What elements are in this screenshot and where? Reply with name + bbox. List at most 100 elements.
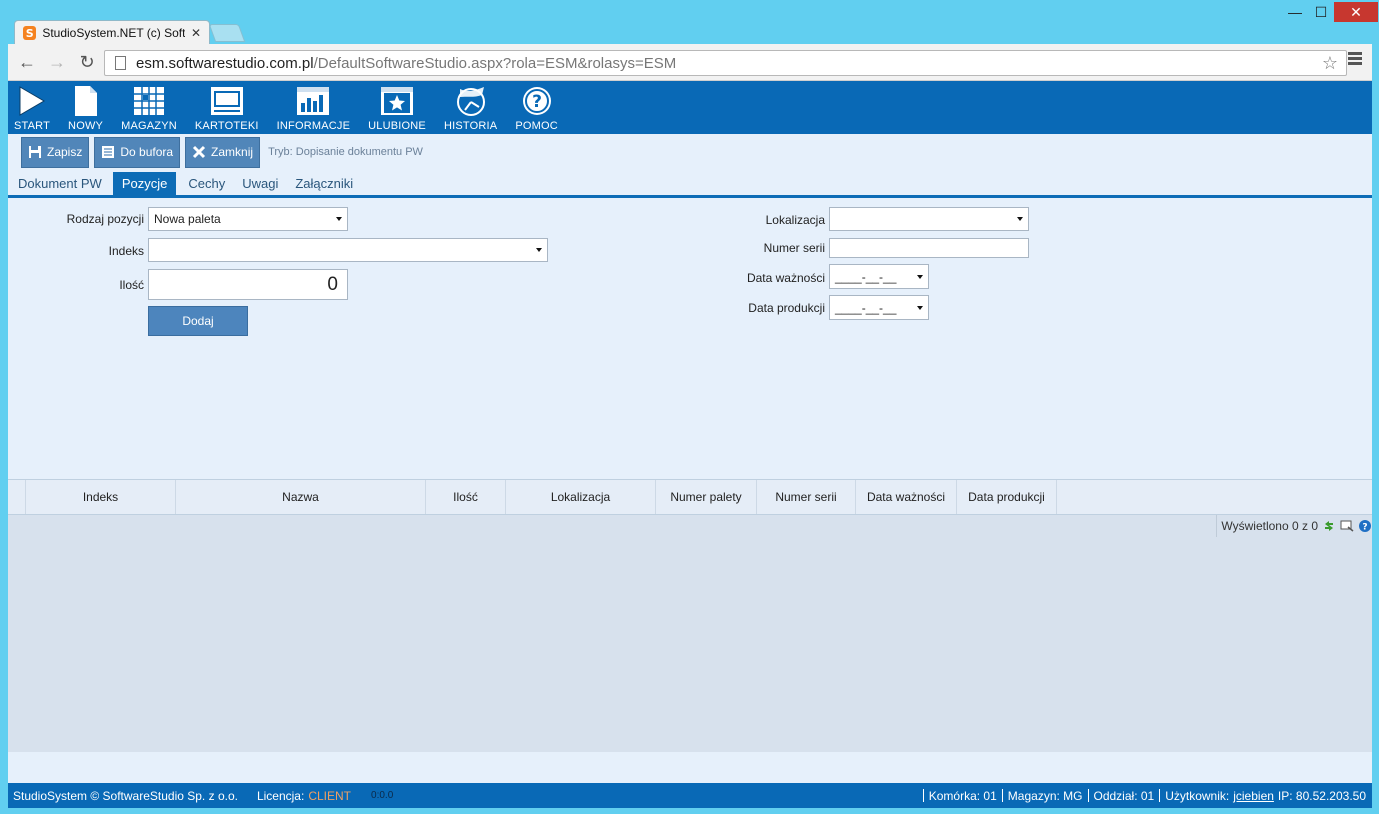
new-document-icon xyxy=(73,84,99,118)
new-tab-button[interactable] xyxy=(208,24,246,42)
column-lokalizacja[interactable]: Lokalizacja xyxy=(506,480,656,514)
main-menu-bar: START NOWY MAGAZYN KARTOTEKI INFORMACJE … xyxy=(8,81,1372,134)
save-button[interactable]: Zapisz xyxy=(21,136,90,168)
tab-title: StudioSystem.NET (c) Soft xyxy=(42,26,185,40)
column-numer-palety[interactable]: Numer palety xyxy=(656,480,757,514)
column-data-produkcji[interactable]: Data produkcji xyxy=(957,480,1057,514)
menu-ulubione[interactable]: ULUBIONE xyxy=(368,84,426,134)
close-tab-icon[interactable]: ✕ xyxy=(191,26,201,40)
page-icon xyxy=(115,56,126,70)
status-info: Komórka: 01 Magazyn: MG Oddział: 01 Użyt… xyxy=(918,783,1366,808)
app-content: START NOWY MAGAZYN KARTOTEKI INFORMACJE … xyxy=(8,81,1372,808)
list-icon xyxy=(102,146,115,158)
browser-window: S StudioSystem.NET (c) Soft ✕ — ☐ ✕ ← → … xyxy=(0,0,1379,814)
close-x-icon xyxy=(192,145,206,159)
tab-zalaczniki[interactable]: Załączniki xyxy=(289,176,359,195)
license-label: Licencja: xyxy=(256,788,305,803)
indeks-select[interactable] xyxy=(148,238,548,262)
maximize-button[interactable]: ☐ xyxy=(1308,2,1334,22)
menu-nowy[interactable]: NOWY xyxy=(68,84,103,134)
chevron-down-icon xyxy=(1017,217,1023,221)
document-tabs: Dokument PW Pozycje Cechy Uwagi Załączni… xyxy=(8,170,1372,198)
data-produkcji-label: Data produkcji xyxy=(748,301,825,315)
reload-icon[interactable]: ↻ xyxy=(76,51,98,73)
column-data-waznosci[interactable]: Data ważności xyxy=(856,480,957,514)
indeks-label: Indeks xyxy=(108,244,144,258)
menu-pomoc[interactable]: ? POMOC xyxy=(515,84,558,134)
menu-historia[interactable]: HISTORIA xyxy=(444,84,497,134)
ip-text: IP: 80.52.203.50 xyxy=(1277,788,1366,803)
chevron-down-icon[interactable] xyxy=(917,274,923,279)
svg-text:?: ? xyxy=(1362,523,1367,533)
column-nazwa[interactable]: Nazwa xyxy=(176,480,426,514)
minimize-button[interactable]: — xyxy=(1282,2,1308,22)
bar-chart-icon xyxy=(296,84,330,118)
ilosc-label: Ilość xyxy=(119,278,144,292)
browser-toolbar: ← → ↻ esm.softwarestudio.com.pl /Default… xyxy=(8,44,1372,81)
card-file-icon xyxy=(210,84,244,118)
svg-text:?: ? xyxy=(532,92,542,112)
oddzial-text: Oddział: 01 xyxy=(1093,788,1155,803)
position-form: Rodzaj pozycji Nowa paleta Indeks Ilość … xyxy=(8,198,1372,478)
tab-uwagi[interactable]: Uwagi xyxy=(236,176,284,195)
numer-serii-input[interactable] xyxy=(829,238,1029,258)
menu-informacje[interactable]: INFORMACJE xyxy=(277,84,351,134)
studiosystem-logo-icon: S xyxy=(23,26,37,40)
export-icon[interactable] xyxy=(1340,519,1354,533)
rodzaj-pozycji-select[interactable]: Nowa paleta xyxy=(148,207,348,231)
address-bar[interactable]: esm.softwarestudio.com.pl /DefaultSoftwa… xyxy=(104,50,1347,76)
chevron-down-icon[interactable] xyxy=(917,305,923,310)
tab-pozycje[interactable]: Pozycje xyxy=(112,172,177,195)
lokalizacja-label: Lokalizacja xyxy=(765,213,825,227)
help-icon[interactable]: ? xyxy=(1358,519,1372,533)
magazyn-text: Magazyn: MG xyxy=(1007,788,1083,803)
help-icon: ? xyxy=(521,84,553,118)
grid-footer xyxy=(8,752,1372,783)
menu-start[interactable]: START xyxy=(14,84,50,134)
grid-header: Indeks Nazwa Ilość Lokalizacja Numer pal… xyxy=(8,479,1372,515)
mode-text: Tryb: Dopisanie dokumentu PW xyxy=(268,146,423,158)
user-label: Użytkownik: xyxy=(1165,788,1230,803)
chevron-down-icon xyxy=(536,248,542,252)
star-icon xyxy=(380,84,414,118)
user-link[interactable]: jciebien xyxy=(1233,789,1274,803)
back-arrow-icon[interactable]: ← xyxy=(16,51,38,73)
tab-cechy[interactable]: Cechy xyxy=(182,176,231,195)
to-buffer-button[interactable]: Do bufora xyxy=(94,136,181,168)
numer-serii-label: Numer serii xyxy=(763,241,825,255)
chevron-down-icon xyxy=(336,217,342,221)
grid-row-selector-header xyxy=(8,480,26,514)
column-indeks[interactable]: Indeks xyxy=(26,480,176,514)
grid-body: Wyświetlono 0 z 0 ? xyxy=(8,515,1372,752)
status-bar: StudioSystem © SoftwareStudio Sp. z o.o.… xyxy=(8,783,1372,808)
url-host: esm.softwarestudio.com.pl xyxy=(136,54,314,72)
close-window-button[interactable]: ✕ xyxy=(1334,2,1378,22)
bookmark-star-icon[interactable]: ☆ xyxy=(1322,53,1338,74)
close-button[interactable]: Zamknij xyxy=(185,136,261,168)
komorka-text: Komórka: 01 xyxy=(928,788,997,803)
browser-tab[interactable]: S StudioSystem.NET (c) Soft ✕ xyxy=(14,20,210,45)
url-path: /DefaultSoftwareStudio.aspx?rola=ESM&rol… xyxy=(313,54,677,72)
action-bar: Zapisz Do bufora Zamknij Tryb: Dopisanie… xyxy=(8,134,1372,170)
data-produkcji-input[interactable]: ____-__-__ xyxy=(829,295,929,320)
license-value: CLIENT xyxy=(308,788,352,803)
column-numer-serii[interactable]: Numer serii xyxy=(757,480,856,514)
warehouse-grid-icon xyxy=(133,84,165,118)
lokalizacja-select[interactable] xyxy=(829,207,1029,231)
tab-dokument-pw[interactable]: Dokument PW xyxy=(12,176,108,195)
refresh-icon[interactable] xyxy=(1322,519,1336,533)
data-waznosci-input[interactable]: ____-__-__ xyxy=(829,264,929,289)
save-icon xyxy=(29,146,41,158)
play-icon xyxy=(18,84,46,118)
tab-strip: S StudioSystem.NET (c) Soft ✕ — ☐ ✕ xyxy=(0,0,1379,45)
timer-text: 0:0.0 xyxy=(371,790,394,801)
column-ilosc[interactable]: Ilość xyxy=(426,480,506,514)
menu-kartoteki[interactable]: KARTOTEKI xyxy=(195,84,259,134)
menu-magazyn[interactable]: MAGAZYN xyxy=(121,84,177,134)
browser-menu-icon[interactable] xyxy=(1348,52,1362,67)
grid-pager: Wyświetlono 0 z 0 ? xyxy=(1216,515,1372,537)
add-button[interactable]: Dodaj xyxy=(148,306,248,336)
copyright-text: StudioSystem © SoftwareStudio Sp. z o.o. xyxy=(13,788,238,803)
forward-arrow-icon[interactable]: → xyxy=(46,51,68,73)
ilosc-input[interactable]: 0 xyxy=(148,269,348,300)
